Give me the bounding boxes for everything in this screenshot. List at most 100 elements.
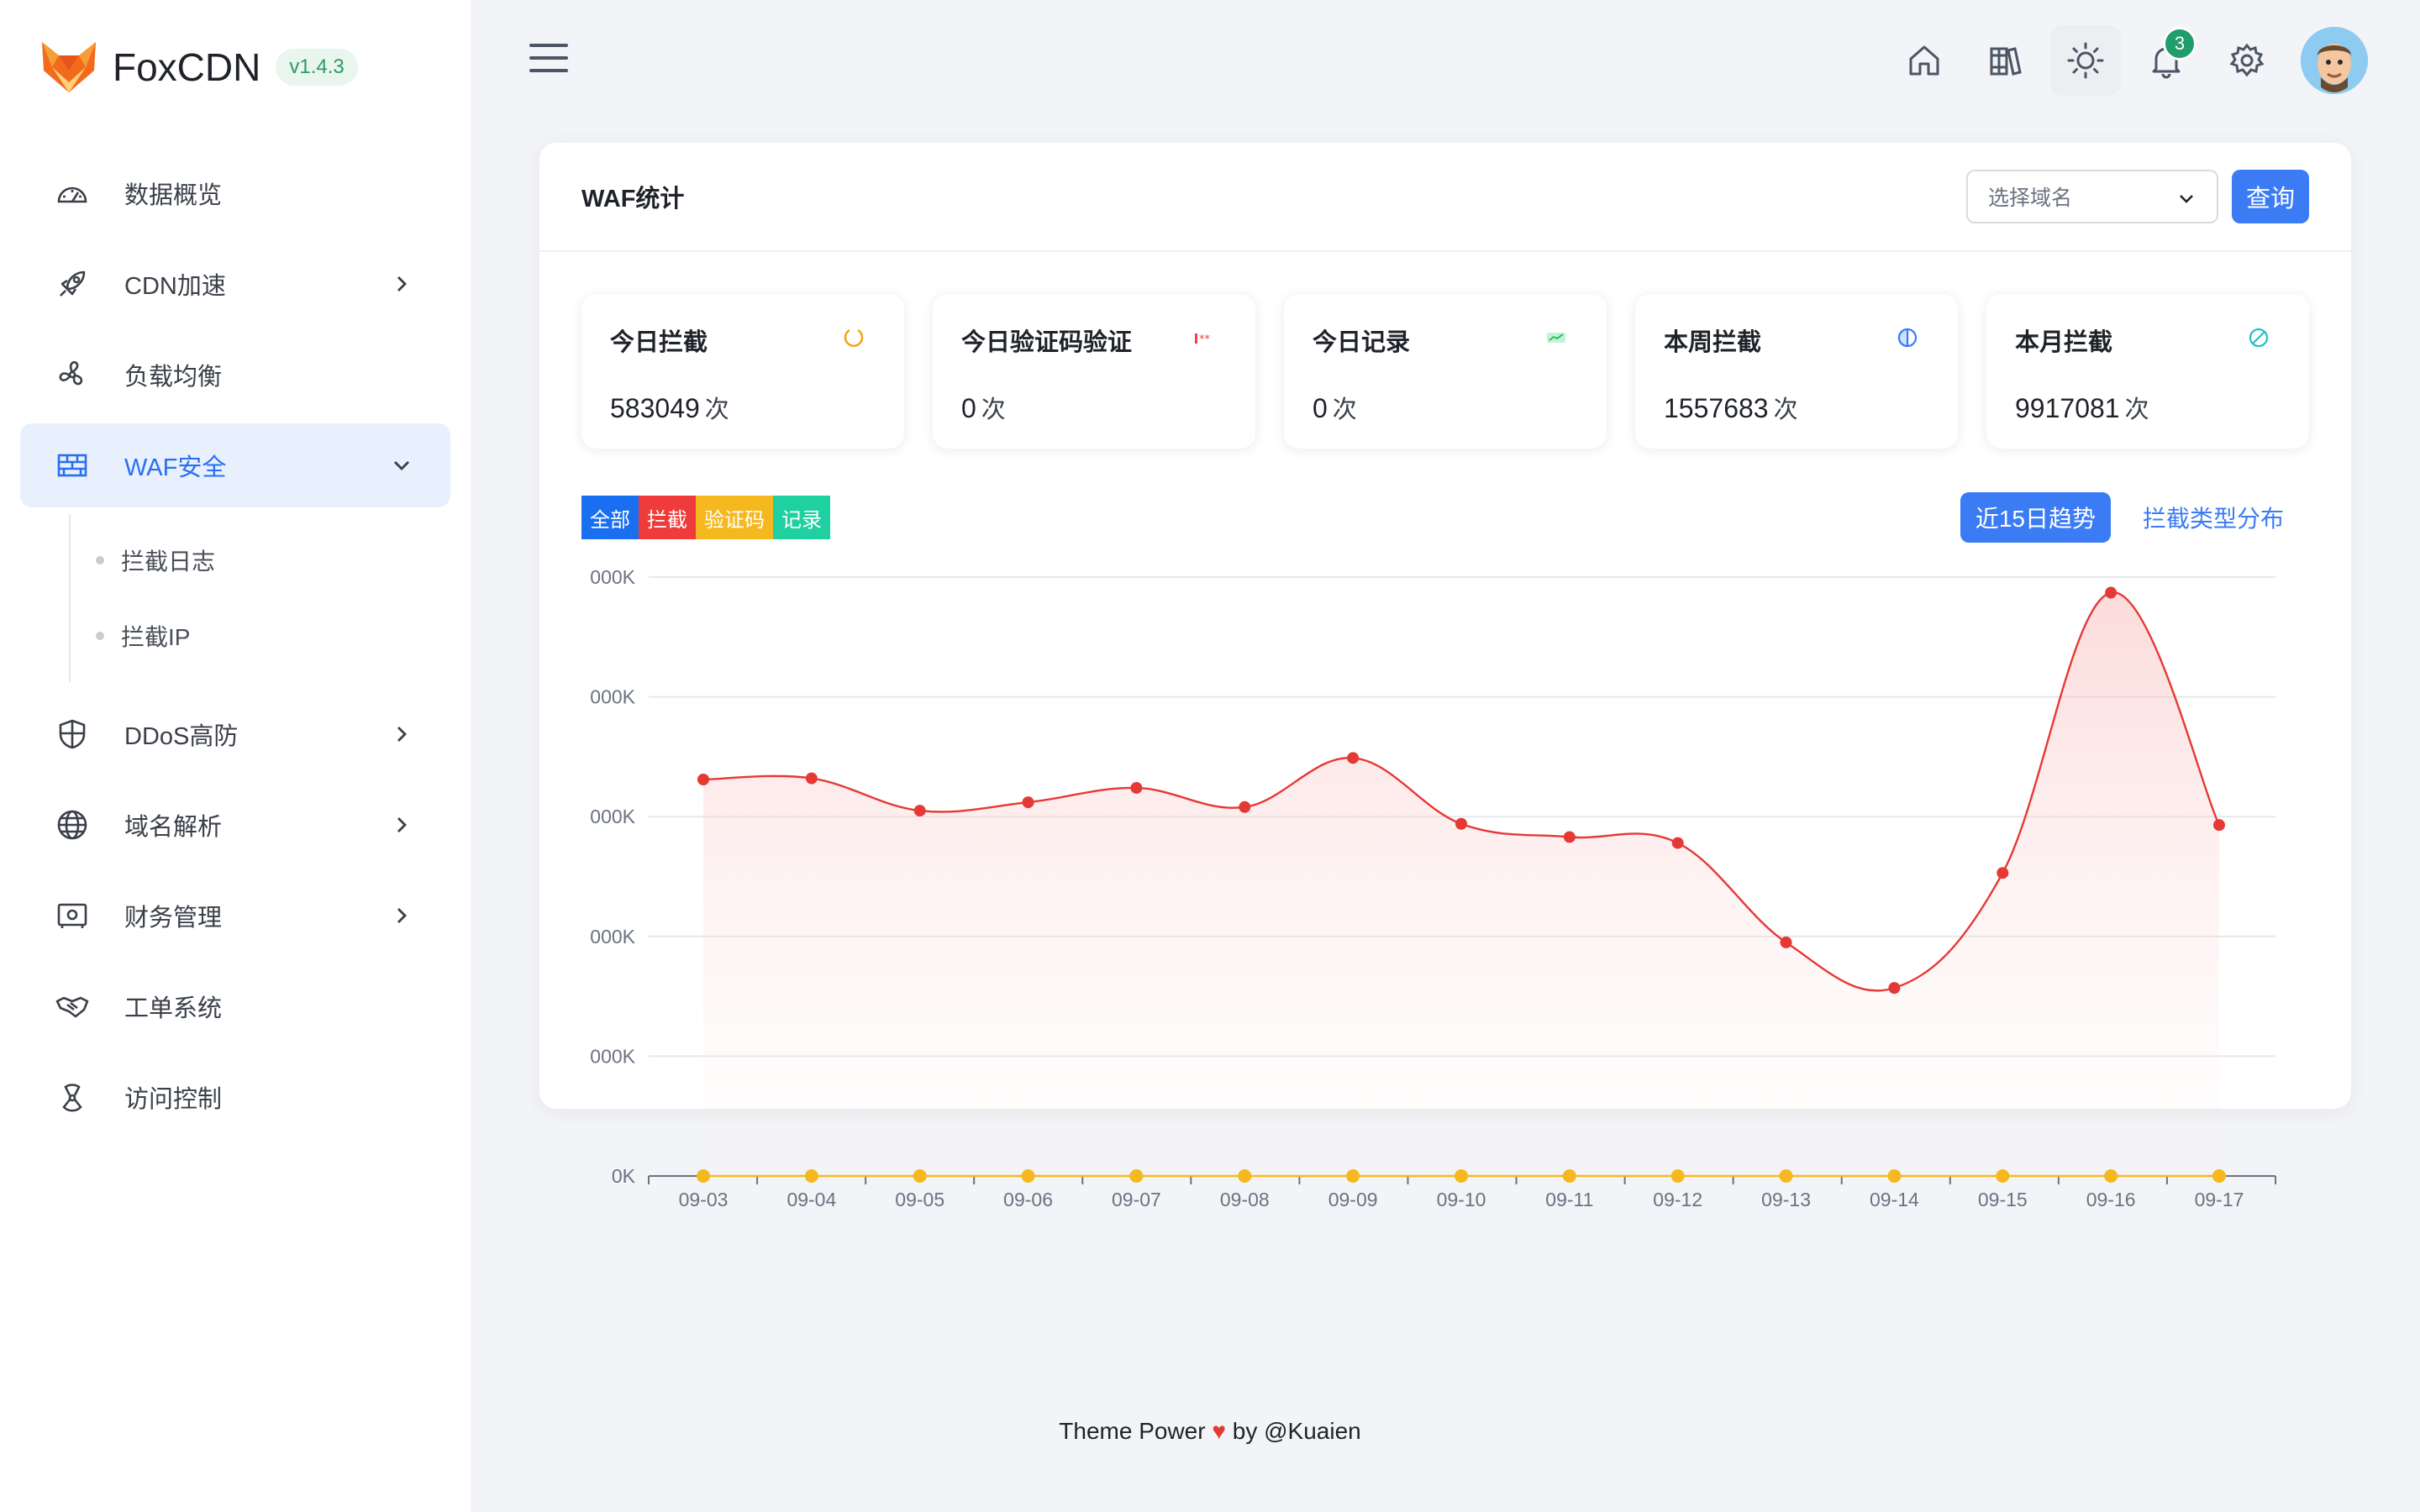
data-point-blocked <box>1130 781 1143 794</box>
data-point-blocked <box>1888 982 1901 995</box>
stats-row: 今日拦截 583049 次 今日验证码验证 ** 0次 今日记录 0次 本周拦截 … <box>581 294 2309 449</box>
sidebar-subitem-block-log[interactable]: 拦截日志 <box>71 522 450 598</box>
sidebar-item-label: CDN加速 <box>124 273 226 300</box>
sidebar-subitem-label: 拦截日志 <box>121 549 216 575</box>
data-point-captcha <box>1670 1169 1685 1183</box>
stat-title: 本月拦截 <box>2015 329 2113 356</box>
footer-author-text: by @Kuaien <box>1232 1418 1361 1444</box>
stat-title: 本周拦截 <box>1664 329 1762 356</box>
heart-icon: ♥ <box>1212 1418 1226 1444</box>
shield-icon <box>54 716 91 753</box>
data-point-blocked <box>1563 831 1576 843</box>
ban-icon <box>2249 328 2269 348</box>
stat-card-today-blocked: 今日拦截 583049 次 <box>581 294 904 449</box>
data-point-captcha <box>1238 1169 1252 1183</box>
x-tick-label: 09-12 <box>1653 1189 1702 1210</box>
stat-value: 583049 次 <box>610 390 876 425</box>
sidebar-item-load-balance[interactable]: 负载均衡 <box>20 333 450 417</box>
books-icon <box>1990 47 2022 76</box>
x-tick-label: 09-08 <box>1220 1189 1270 1210</box>
data-point-blocked <box>1239 801 1251 813</box>
tab-15-day-trend[interactable]: 近15日趋势 <box>1960 492 2111 543</box>
sidebar-item-cdn[interactable]: CDN加速 <box>20 242 450 326</box>
data-point-blocked <box>913 805 926 817</box>
stat-card-week-blocked: 本周拦截 1557683 次 <box>1635 294 1958 449</box>
x-tick-label: 09-07 <box>1112 1189 1161 1210</box>
stat-number: 1557683 <box>1664 393 1769 423</box>
data-point-captcha <box>1562 1169 1576 1183</box>
chart-tabs: 近15日趋势 拦截类型分布 <box>1960 492 2299 543</box>
stat-unit: 次 <box>704 396 729 423</box>
chevron-right-icon <box>397 727 407 742</box>
chevron-down-icon <box>2180 195 2193 203</box>
sidebar-item-access-control[interactable]: 访问控制 <box>20 1055 450 1139</box>
x-tick-label: 09-04 <box>786 1189 836 1210</box>
half-circle-icon <box>1897 328 1918 348</box>
sidebar-item-label: 域名解析 <box>124 814 223 841</box>
chevron-right-icon <box>397 276 407 291</box>
card-header: WAF统计 选择域名 查询 <box>539 143 2351 252</box>
sidebar-item-waf[interactable]: WAF安全 <box>20 423 450 507</box>
waf-submenu: 拦截日志 拦截IP <box>69 514 450 682</box>
sidebar-subitem-block-ip[interactable]: 拦截IP <box>71 598 450 674</box>
data-point-blocked <box>1671 837 1684 849</box>
x-tick-label: 09-15 <box>1978 1189 2028 1210</box>
data-point-captcha <box>1887 1169 1902 1183</box>
fan-icon <box>54 356 91 393</box>
theme-toggle-button[interactable] <box>2050 25 2121 96</box>
sidebar-item-ddos[interactable]: DDoS高防 <box>20 692 450 776</box>
notification-badge: 3 <box>2163 27 2196 60</box>
legend-captcha-button[interactable]: 验证码 <box>696 496 773 539</box>
data-point-captcha <box>804 1169 818 1183</box>
stat-title: 今日拦截 <box>610 329 708 356</box>
settings-button[interactable] <box>2212 25 2282 96</box>
sidebar-item-finance[interactable]: 财务管理 <box>20 874 450 958</box>
data-point-blocked <box>1780 936 1792 948</box>
stat-card-month-blocked: 本月拦截 9917081 次 <box>1986 294 2309 449</box>
stat-title: 今日验证码验证 <box>961 329 1133 356</box>
notifications-button[interactable]: 3 <box>2131 25 2202 96</box>
legend-records-button[interactable]: 记录 <box>773 496 830 539</box>
sidebar-item-dns[interactable]: 域名解析 <box>20 783 450 867</box>
data-point-captcha <box>1129 1169 1144 1183</box>
sidebar-item-label: DDoS高防 <box>124 723 239 750</box>
data-point-blocked <box>697 773 709 785</box>
data-point-blocked <box>1996 867 2009 879</box>
footer-theme-text: Theme Power <box>1059 1418 1206 1444</box>
stat-number: 9917081 <box>2015 393 2120 423</box>
stat-value: 0次 <box>1313 390 1578 425</box>
data-point-captcha <box>1996 1169 2010 1183</box>
bullet-icon <box>96 556 104 564</box>
query-button[interactable]: 查询 <box>2232 170 2309 223</box>
sidebar-item-tickets[interactable]: 工单系统 <box>20 964 450 1048</box>
data-point-blocked <box>1455 817 1467 830</box>
sidebar-item-label: 访问控制 <box>124 1086 223 1113</box>
menu-toggle-button[interactable] <box>529 44 568 77</box>
footer: Theme Power ♥ by @Kuaien <box>0 1418 2420 1445</box>
data-point-blocked <box>1347 752 1360 764</box>
home-button[interactable] <box>1889 25 1960 96</box>
sidebar-item-dashboard[interactable]: 数据概览 <box>20 151 450 235</box>
data-point-blocked <box>1022 796 1034 809</box>
tab-block-type-distribution[interactable]: 拦截类型分布 <box>2128 492 2299 543</box>
domain-select[interactable]: 选择域名 <box>1966 170 2218 223</box>
globe-icon <box>54 806 91 843</box>
user-avatar[interactable] <box>2301 27 2368 94</box>
trend-line-chart: 0K 000K 000K 000K 000K 000K 09-03 09-04 09-05 09-… <box>590 566 2276 1210</box>
stat-unit: 次 <box>2124 396 2149 423</box>
brand[interactable]: FoxCDN v1.4.3 <box>39 34 358 101</box>
x-tick-label: 09-10 <box>1437 1189 1486 1210</box>
handshake-icon <box>54 988 91 1025</box>
sidebar-item-label: 财务管理 <box>124 905 223 932</box>
x-tick-label: 09-05 <box>895 1189 944 1210</box>
menu-icon-bar <box>529 69 568 72</box>
data-point-captcha <box>2104 1169 2118 1183</box>
stat-value: 1557683 次 <box>1664 390 1929 425</box>
legend-all-button[interactable]: 全部 <box>581 496 639 539</box>
data-point-captcha <box>2212 1169 2226 1183</box>
chart-legend: 全部 拦截 验证码 记录 <box>581 496 830 539</box>
x-tick-label: 09-17 <box>2195 1189 2244 1210</box>
legend-blocked-button[interactable]: 拦截 <box>639 496 696 539</box>
avatar-face-icon <box>2301 27 2368 94</box>
docs-button[interactable] <box>1970 25 2040 96</box>
